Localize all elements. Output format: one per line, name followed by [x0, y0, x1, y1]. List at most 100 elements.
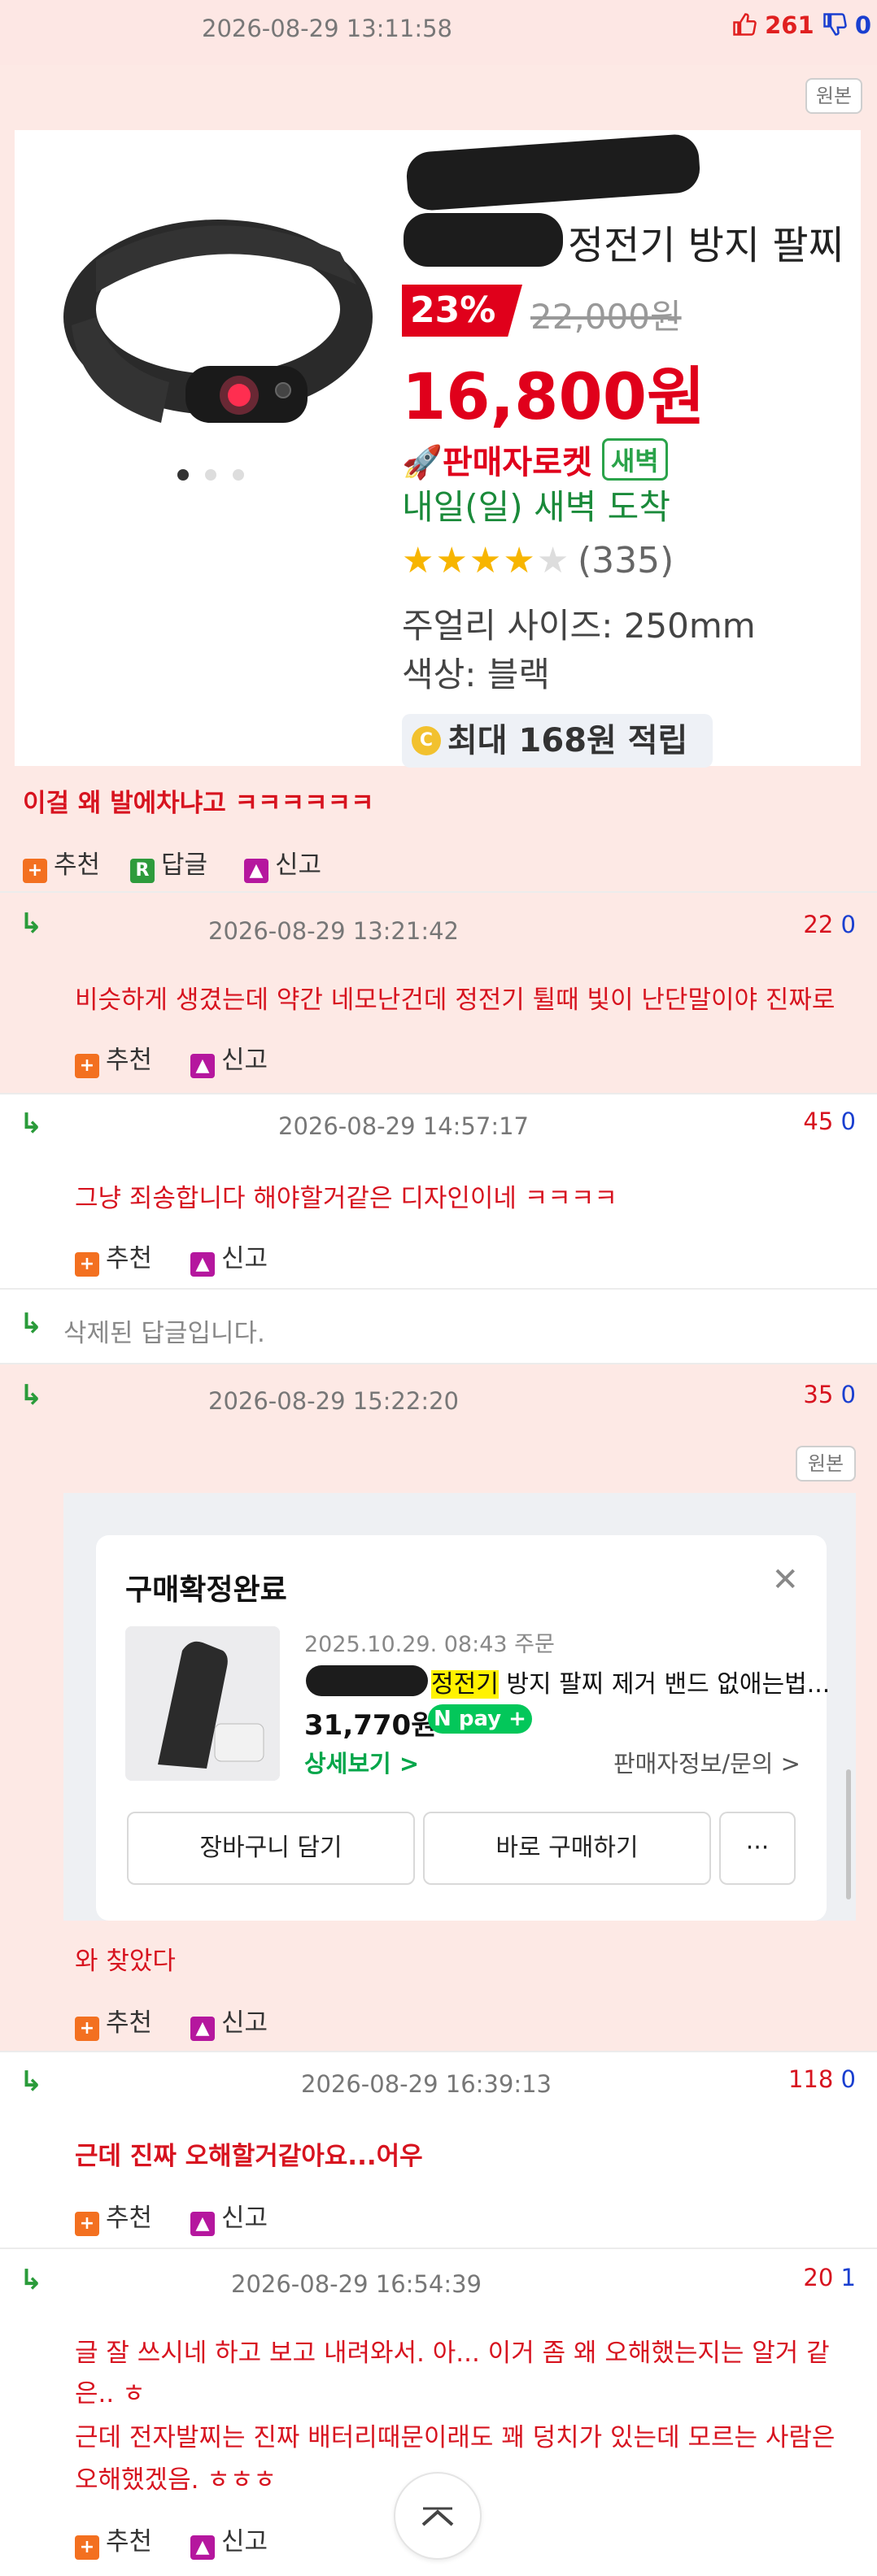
reply-datetime: 2026-08-29 16:39:13: [301, 2070, 552, 2098]
rocket-icon: 🚀: [402, 444, 443, 481]
rocket-delivery-label: 🚀판매자로켓 새벽: [402, 436, 668, 483]
add-to-cart-button[interactable]: 장바구니 담기: [127, 1812, 415, 1885]
coin-icon: C: [412, 726, 441, 755]
reward-text: 최대 168원 적립: [447, 722, 688, 759]
seller-info-link[interactable]: 판매자정보/문의 >: [613, 1745, 801, 1779]
rocket-label-text: 판매자로켓: [442, 444, 592, 481]
reply-votes: 20 1: [803, 2264, 856, 2291]
reply-votes: 22 0: [803, 911, 856, 938]
reply-datetime: 2026-08-29 15:22:20: [208, 1387, 459, 1415]
post-header: 2026-08-29 13:11:58 261 0: [0, 0, 877, 65]
recommend-button[interactable]: + 추천: [23, 844, 100, 883]
post-vote: 261 0: [732, 11, 871, 39]
detail-link[interactable]: 상세보기 >: [304, 1745, 419, 1779]
more-options-button[interactable]: ···: [719, 1812, 796, 1885]
report-button[interactable]: ▲ 신고: [190, 2002, 268, 2041]
star-rating: ★★★★★: [402, 540, 570, 581]
post-datetime: 2026-08-29 13:11:58: [202, 15, 452, 42]
reply-arrow-icon: ↳: [20, 1107, 43, 1140]
reply-arrow-icon: ↳: [20, 1308, 43, 1340]
reply-votes: 118 0: [788, 2065, 856, 2093]
post-text: 이걸 왜 발에차냐고 ㅋㅋㅋㅋㅋㅋ: [23, 789, 374, 818]
report-button[interactable]: ▲ 신고: [190, 1039, 268, 1078]
size-label: 주얼리 사이즈:: [402, 606, 613, 646]
purchase-product-name: 정전기 방지 팔찌 제거 밴드 없애는법...: [431, 1670, 831, 1699]
star-icon: ★: [503, 540, 537, 581]
review-count: (335): [578, 540, 674, 581]
product-thumbnail: [125, 1626, 280, 1781]
buy-now-button[interactable]: 바로 구매하기: [423, 1812, 711, 1885]
close-icon: ✕: [771, 1561, 799, 1599]
report-icon: ▲: [190, 1054, 215, 1078]
post-like-count: 261: [765, 11, 814, 39]
plus-icon: +: [75, 2017, 99, 2041]
reply-icon: R: [130, 859, 155, 883]
reply-text-line: 근데 전자발찌는 진짜 배터리때문이래도 꽤 덩치가 있는데 모르는 사람은: [75, 2423, 836, 2452]
reply-item: ↳ 2026-08-29 16:39:13 118 0 근데 진짜 오해할거같아…: [0, 2051, 877, 2247]
reply-votes: 35 0: [803, 1381, 856, 1408]
original-image-button[interactable]: 원본: [796, 1446, 856, 1482]
recommend-button[interactable]: + 추천: [75, 1039, 152, 1078]
report-icon: ▲: [190, 2212, 215, 2236]
report-icon: ▲: [244, 859, 268, 883]
deleted-reply: ↳ 삭제된 답글입니다.: [0, 1288, 877, 1363]
scroll-to-top-button[interactable]: [394, 2472, 482, 2560]
star-icon: ★: [402, 540, 436, 581]
report-button[interactable]: ▲ 신고: [244, 844, 321, 883]
thumbs-up-icon[interactable]: [732, 11, 765, 39]
plus-icon: +: [75, 2212, 99, 2236]
reply-item: ↳ 2026-08-29 14:57:17 45 0 그냥 죄송합니다 해야할거…: [0, 1093, 877, 1288]
color-value: 블랙: [486, 655, 551, 694]
recommend-button[interactable]: + 추천: [75, 2002, 152, 2041]
reply-text: 비슷하게 생겼는데 약간 네모난건데 정전기 튈때 빛이 난단말이야 진짜로: [75, 986, 836, 1015]
purchase-card: 구매확정완료 ✕ 2025.10.29. 08:43 주문 정전기 방지 팔찌 …: [96, 1535, 831, 1921]
report-icon: ▲: [190, 1252, 215, 1277]
reply-text: 그냥 죄송합니다 해야할거같은 디자인이네 ㅋㅋㅋㅋ: [75, 1184, 617, 1213]
reply-arrow-icon: ↳: [20, 2065, 43, 2098]
star-icon: ★: [469, 540, 504, 581]
reply-arrow-icon: ↳: [20, 1379, 43, 1412]
report-icon: ▲: [190, 2535, 215, 2560]
reply-datetime: 2026-08-29 13:21:42: [208, 917, 459, 945]
reply-arrow-icon: ↳: [20, 907, 43, 940]
reply-datetime: 2026-08-29 14:57:17: [278, 1112, 529, 1140]
scrollbar[interactable]: [846, 1769, 851, 1899]
order-date: 2025.10.29. 08:43 주문: [304, 1632, 555, 1657]
reply-text: 근데 진짜 오해할거같아요...어우: [75, 2142, 423, 2171]
purchase-price: 31,770원: [304, 1709, 437, 1742]
dawn-badge: 새벽: [601, 438, 668, 481]
wristband-image: [63, 220, 373, 423]
reply-arrow-icon: ↳: [20, 2264, 43, 2296]
reply-datetime: 2026-08-29 16:54:39: [231, 2270, 482, 2298]
reply-button[interactable]: R 답글: [130, 844, 207, 883]
original-image-button[interactable]: 원본: [805, 78, 862, 114]
reply-text-line: 글 잘 쓰시네 하고 보고 내려와서. 아... 이거 좀 왜 오해했는지는 알…: [75, 2339, 830, 2368]
size-option: 주얼리 사이즈: 250mm: [402, 598, 756, 648]
recommend-button[interactable]: + 추천: [75, 1238, 152, 1277]
thumbs-down-icon[interactable]: [822, 11, 855, 39]
sale-price: 16,800원: [402, 361, 705, 434]
report-button[interactable]: ▲ 신고: [190, 2521, 268, 2560]
recommend-button[interactable]: + 추천: [75, 2197, 152, 2236]
reply-item: ↳ 2026-08-29 13:21:42 22 0 비슷하게 생겼는데 약간 …: [0, 891, 877, 1093]
npay-badge: N pay +: [428, 1704, 532, 1734]
size-value: 250mm: [623, 606, 756, 646]
star-icon: ★: [435, 540, 469, 581]
deleted-reply-text: 삭제된 답글입니다.: [63, 1319, 265, 1348]
post-dislike-count: 0: [854, 11, 872, 39]
report-button[interactable]: ▲ 신고: [190, 2197, 268, 2236]
redaction-mark: [306, 1665, 428, 1696]
purchase-status-title: 구매확정완료: [125, 1573, 287, 1607]
color-label: 색상:: [402, 655, 477, 694]
recommend-button[interactable]: + 추천: [75, 2521, 152, 2560]
report-icon: ▲: [190, 2017, 215, 2041]
reply-text-line: 오해했겠음. ㅎㅎㅎ: [75, 2465, 277, 2495]
delivery-text: 내일(일) 새벽 도착: [402, 487, 670, 527]
report-button[interactable]: ▲ 신고: [190, 1238, 268, 1277]
plus-icon: +: [23, 859, 47, 883]
chevron-up-icon: [421, 2507, 454, 2526]
product-title: 정전기 방지 팔찌: [568, 223, 844, 268]
carousel-dots[interactable]: [177, 468, 260, 484]
plus-icon: +: [75, 1252, 99, 1277]
redaction-mark: [404, 213, 563, 267]
